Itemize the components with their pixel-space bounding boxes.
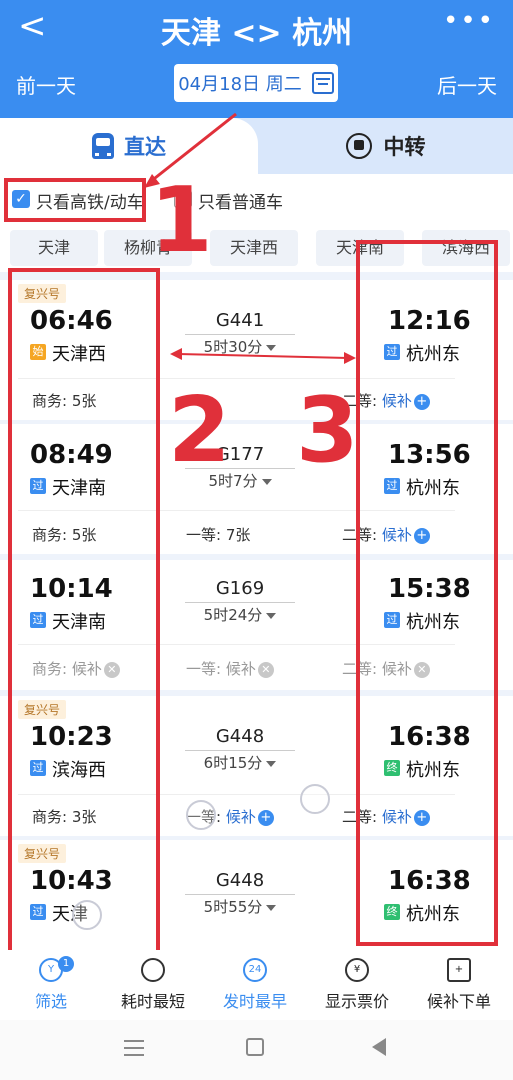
cart-icon: +	[447, 958, 471, 982]
annotation-box-departure	[8, 268, 160, 966]
annotation-arrow	[177, 353, 349, 359]
show-price-label: 显示票价	[324, 992, 389, 1011]
home-icon[interactable]	[246, 1038, 264, 1056]
sort-shortest-button[interactable]: 耗时最短	[102, 958, 204, 1012]
annotation-number: 3	[296, 378, 359, 483]
bottom-action-bar: Y 筛选 1 耗时最短 24 发时最早 ¥ 显示票价 + 候补下单	[0, 950, 513, 1020]
waitlist-order-button[interactable]: + 候补下单	[408, 958, 510, 1012]
clock-icon	[141, 958, 165, 982]
arrow-head	[170, 348, 182, 360]
filter-button[interactable]: Y 筛选 1	[0, 956, 102, 1012]
arrow-head	[344, 352, 356, 364]
nav-back-icon[interactable]	[372, 1038, 386, 1056]
sort-shortest-label: 耗时最短	[120, 992, 185, 1011]
filter-badge: 1	[58, 956, 74, 972]
show-price-button[interactable]: ¥ 显示票价	[306, 958, 408, 1012]
sort-earliest-label: 发时最早	[222, 992, 287, 1011]
24h-icon: 24	[243, 958, 267, 982]
system-nav-bar	[0, 1020, 513, 1080]
annotation-number: 2	[168, 378, 231, 483]
waitlist-order-label: 候补下单	[426, 992, 491, 1011]
annotation-arrow	[149, 112, 237, 184]
menu-icon[interactable]	[124, 1040, 144, 1056]
annotation-box-arrival	[356, 240, 498, 946]
filter-label: 筛选	[34, 992, 67, 1011]
sort-earliest-button[interactable]: 24 发时最早	[204, 958, 306, 1012]
yen-icon: ¥	[345, 958, 369, 982]
